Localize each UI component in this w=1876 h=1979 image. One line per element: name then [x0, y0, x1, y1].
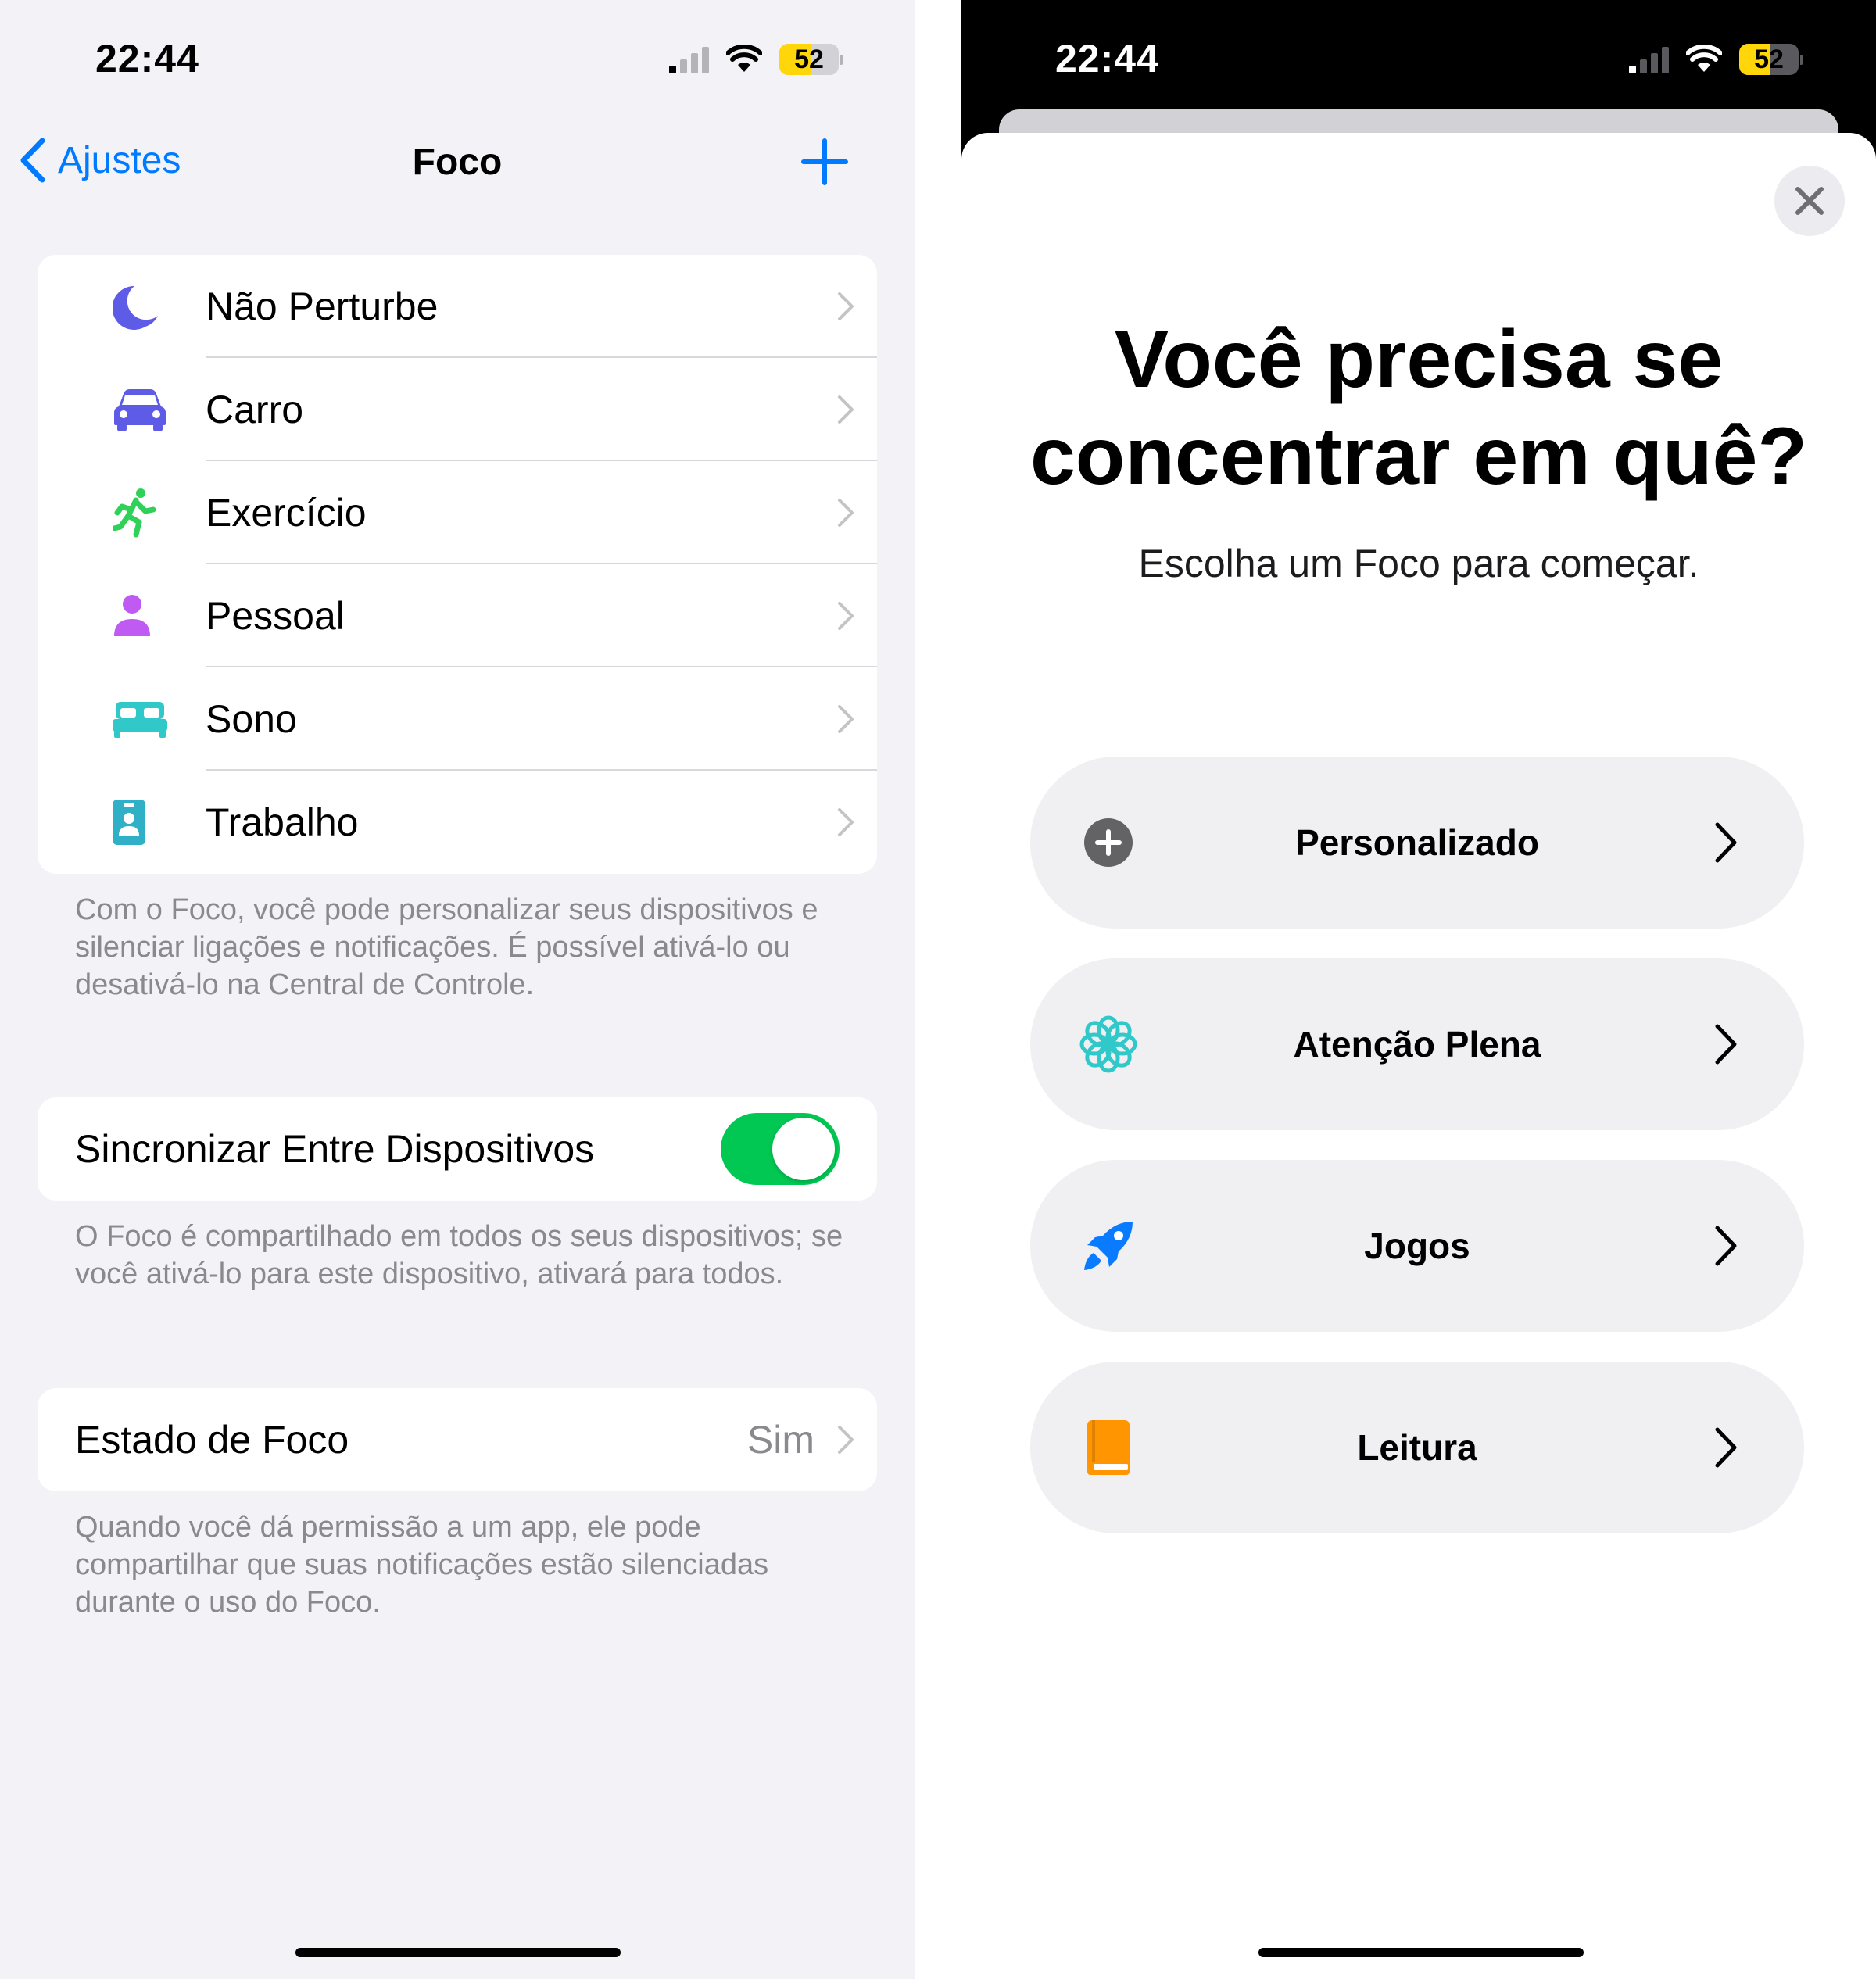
rocket-icon	[1084, 1222, 1133, 1270]
chevron-right-icon	[1715, 822, 1737, 863]
car-icon	[114, 389, 166, 431]
focus-item-exercicio[interactable]: Exercício	[38, 461, 877, 564]
home-indicator[interactable]	[1258, 1948, 1584, 1957]
focus-status-footnote: Quando você dá permissão a um app, ele p…	[75, 1511, 769, 1619]
focus-picker-sheet: Você precisa se concentrar em quê? Escol…	[961, 133, 1876, 1979]
option-label: Atenção Plena	[1293, 1024, 1541, 1065]
focus-item-label: Carro	[206, 388, 304, 431]
status-time: 22:44	[95, 37, 199, 81]
focus-settings-screen: 22:44 52 Ajustes Foco Não Perturbe Carro…	[0, 0, 915, 1979]
option-label: Leitura	[1357, 1427, 1477, 1468]
headline: Você precisa se concentrar em quê?	[961, 311, 1876, 505]
focus-status-label: Estado de Foco	[75, 1418, 349, 1462]
chevron-right-icon	[838, 808, 854, 836]
sync-footnote: O Foco é compartilhado em todos os seus …	[75, 1220, 843, 1290]
sync-toggle[interactable]	[721, 1113, 840, 1185]
close-button[interactable]	[1774, 166, 1845, 236]
subheadline: Escolha um Foco para começar.	[1138, 542, 1699, 585]
focus-item-label: Pessoal	[206, 594, 345, 638]
option-label: Personalizado	[1295, 822, 1539, 863]
cellular-signal-icon	[669, 45, 709, 73]
option-label: Jogos	[1364, 1226, 1470, 1266]
sync-group: Sincronizar Entre Dispositivos	[38, 1097, 877, 1201]
focus-item-carro[interactable]: Carro	[38, 358, 877, 461]
home-indicator[interactable]	[295, 1948, 621, 1957]
running-figure-icon	[113, 488, 156, 538]
focus-status-value: Sim	[746, 1418, 814, 1462]
wifi-icon	[1686, 45, 1722, 72]
chevron-right-icon	[1715, 1024, 1737, 1065]
headline-line-1: Você precisa se	[1114, 314, 1724, 405]
status-time: 22:44	[1055, 37, 1159, 81]
new-focus-screen: 22:44 52 Você precisa se concentrar em q…	[961, 0, 1876, 1979]
focus-footnote: Com o Foco, você pode personalizar seus …	[75, 893, 818, 1001]
focus-item-label: Trabalho	[206, 800, 359, 844]
option-jogos[interactable]: Jogos	[1030, 1160, 1804, 1332]
chevron-right-icon	[838, 602, 854, 630]
focus-status-row[interactable]: Estado de Foco Sim	[38, 1388, 877, 1491]
option-atencao-plena[interactable]: Atenção Plena	[1030, 958, 1804, 1130]
chevron-right-icon	[838, 395, 854, 424]
focus-item-sono[interactable]: Sono	[38, 667, 877, 771]
cellular-signal-icon	[1629, 45, 1669, 73]
chevron-right-icon	[838, 705, 854, 733]
focus-item-label: Exercício	[206, 491, 367, 535]
book-icon	[1087, 1420, 1130, 1475]
focus-status-group: Estado de Foco Sim	[38, 1388, 877, 1491]
sync-row: Sincronizar Entre Dispositivos	[38, 1097, 877, 1201]
chevron-right-icon	[1715, 1226, 1737, 1266]
id-badge-icon	[113, 800, 145, 845]
focus-item-trabalho[interactable]: Trabalho	[38, 771, 877, 874]
battery-level: 52	[1754, 44, 1784, 74]
focus-item-pessoal[interactable]: Pessoal	[38, 564, 877, 667]
option-personalizado[interactable]: Personalizado	[1030, 757, 1804, 929]
option-leitura[interactable]: Leitura	[1030, 1362, 1804, 1533]
person-icon	[114, 595, 150, 636]
bed-icon	[113, 702, 167, 738]
focus-list: Não Perturbe Carro Exercício Pessoal Son…	[38, 255, 877, 874]
headline-line-2: concentrar em quê?	[1029, 411, 1808, 502]
add-focus-button[interactable]	[800, 138, 849, 186]
moon-icon	[113, 285, 158, 330]
flower-icon	[1079, 1015, 1137, 1073]
chevron-right-icon	[838, 292, 854, 320]
chevron-right-icon	[838, 1426, 854, 1454]
close-icon	[1795, 187, 1824, 215]
battery-icon: 52	[779, 44, 843, 75]
chevron-right-icon	[1715, 1427, 1737, 1468]
wifi-icon	[726, 45, 762, 72]
focus-item-label: Sono	[206, 697, 297, 741]
battery-icon: 52	[1739, 44, 1803, 75]
focus-item-nao-perturbe[interactable]: Não Perturbe	[38, 255, 877, 358]
page-title: Foco	[412, 141, 503, 183]
chevron-right-icon	[838, 499, 854, 527]
status-icons: 52	[669, 44, 843, 75]
focus-item-label: Não Perturbe	[206, 285, 439, 328]
plus-circle-icon	[1084, 818, 1133, 867]
battery-level: 52	[794, 44, 824, 74]
sync-label: Sincronizar Entre Dispositivos	[75, 1127, 595, 1171]
status-icons: 52	[1629, 44, 1803, 75]
